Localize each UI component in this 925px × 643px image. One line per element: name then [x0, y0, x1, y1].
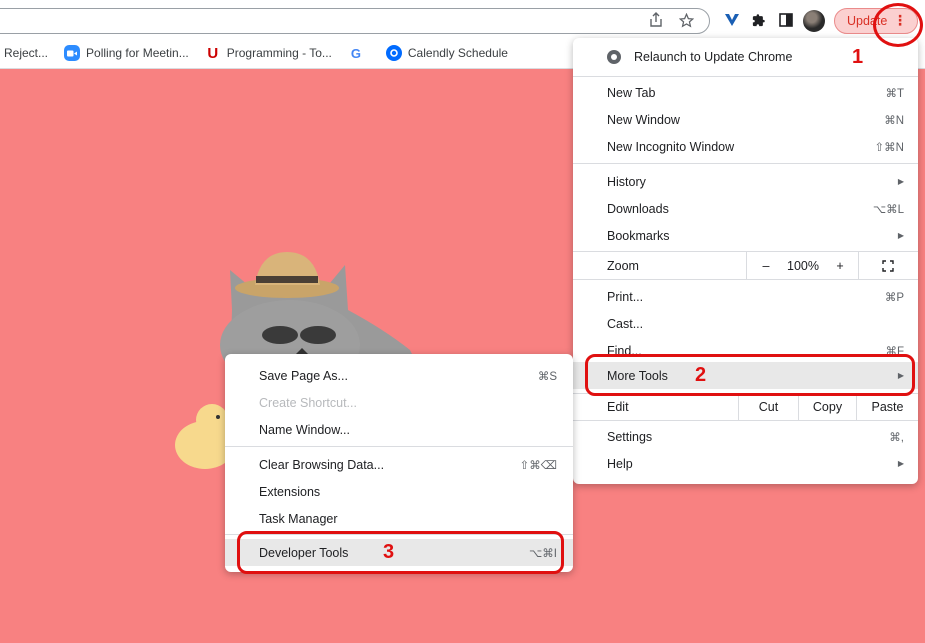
address-bar[interactable] [0, 8, 710, 34]
vpn-extension-icon[interactable] [722, 10, 742, 30]
chrome-main-menu: Relaunch to Update Chrome New Tab ⌘T New… [573, 38, 918, 484]
menu-item-find[interactable]: Find... ⌘F [573, 337, 918, 364]
menu-item-label: Print... [607, 289, 644, 304]
menu-item-label: New Incognito Window [607, 139, 735, 154]
relaunch-update-item[interactable]: Relaunch to Update Chrome [573, 44, 918, 70]
menu-item-label: Find... [607, 343, 642, 358]
menu-item-task-manager[interactable]: Task Manager [225, 505, 573, 532]
shortcut-label: ⇧⌘⌫ [519, 459, 557, 472]
bookmark-item[interactable]: Reject... [4, 46, 48, 60]
menu-item-label: Create Shortcut... [259, 395, 357, 410]
menu-item-label: New Window [607, 112, 680, 127]
shortcut-label: ⌥⌘I [529, 547, 557, 560]
menu-item-label: Settings [607, 429, 653, 444]
menu-divider [573, 76, 918, 77]
zoom-divider [858, 252, 859, 279]
fullscreen-icon[interactable] [873, 252, 903, 279]
menu-item-label: Extensions [259, 484, 321, 499]
submenu-arrow-icon: ▶ [897, 371, 904, 380]
shortcut-label: ⇧⌘N [874, 141, 904, 154]
menu-divider [573, 163, 918, 164]
utah-u-icon: U [207, 44, 219, 62]
shortcut-label: ⌘S [537, 370, 557, 383]
menu-item-label: New Tab [607, 85, 656, 100]
menu-item-cast[interactable]: Cast... [573, 310, 918, 337]
copy-button[interactable]: Copy [799, 393, 856, 420]
menu-item-print[interactable]: Print... ⌘P [573, 283, 918, 310]
menu-item-create-shortcut: Create Shortcut... [225, 389, 573, 416]
menu-item-label: Task Manager [259, 511, 338, 526]
shortcut-label: ⌘T [885, 87, 904, 100]
bookmark-item[interactable]: G [348, 45, 370, 61]
submenu-arrow-icon: ▶ [897, 231, 904, 240]
zoom-out-button[interactable]: – [756, 252, 776, 279]
menu-item-label: Help [607, 456, 633, 471]
shortcut-label: ⌘P [884, 291, 904, 304]
menu-item-clear-browsing-data[interactable]: Clear Browsing Data... ⇧⌘⌫ [225, 451, 573, 478]
menu-item-edit: Edit Cut Copy Paste [573, 393, 918, 420]
menu-item-new-tab[interactable]: New Tab ⌘T [573, 79, 918, 106]
menu-item-name-window[interactable]: Name Window... [225, 416, 573, 443]
menu-item-label: History [607, 174, 646, 189]
calendly-icon [385, 45, 402, 61]
annotation-number-2: 2 [695, 364, 707, 386]
menu-item-more-tools[interactable]: More Tools ▶ [573, 362, 918, 389]
shortcut-label: ⌘, [889, 431, 904, 444]
bookmark-label: Polling for Meetin... [86, 46, 189, 60]
menu-item-extensions[interactable]: Extensions [225, 478, 573, 505]
star-icon[interactable] [676, 10, 696, 30]
menu-divider [225, 446, 573, 447]
submenu-arrow-icon: ▶ [897, 177, 904, 186]
menu-item-help[interactable]: Help ▶ [573, 450, 918, 477]
menu-divider [573, 279, 918, 280]
extensions-puzzle-icon[interactable] [748, 10, 768, 30]
menu-item-label: Save Page As... [259, 368, 348, 383]
menu-item-history[interactable]: History ▶ [573, 168, 918, 195]
submenu-arrow-icon: ▶ [897, 459, 904, 468]
bookmark-label: Calendly Schedule [407, 46, 508, 60]
menu-item-label: Name Window... [259, 422, 351, 437]
menu-divider [225, 534, 573, 535]
update-label: Update [847, 14, 888, 28]
bookmark-item[interactable]: Polling for Meetin... [64, 45, 189, 61]
kebab-menu-icon[interactable]: ⋮ [893, 12, 907, 29]
avatar[interactable] [803, 10, 825, 32]
menu-item-downloads[interactable]: Downloads ⌥⌘L [573, 195, 918, 222]
menu-item-developer-tools[interactable]: Developer Tools ⌥⌘I [225, 539, 573, 566]
menu-item-new-incognito[interactable]: New Incognito Window ⇧⌘N [573, 133, 918, 160]
google-g-icon: G [350, 45, 361, 61]
more-tools-submenu: Save Page As... ⌘S Create Shortcut... Na… [225, 354, 573, 572]
zoom-divider [746, 252, 747, 279]
menu-item-label: More Tools [607, 368, 668, 383]
menu-item-settings[interactable]: Settings ⌘, [573, 423, 918, 450]
share-icon[interactable] [646, 10, 666, 30]
browser-toolbar: Update ⋮ [0, 0, 925, 38]
annotation-number-1: 1 [852, 46, 864, 68]
shortcut-label: ⌥⌘L [872, 203, 904, 216]
menu-item-label: Cast... [607, 316, 644, 331]
bookmark-label: Reject... [4, 46, 49, 60]
menu-item-label: Bookmarks [607, 228, 670, 243]
shortcut-label: ⌘N [884, 114, 904, 127]
menu-item-save-page[interactable]: Save Page As... ⌘S [225, 362, 573, 389]
bookmark-item[interactable]: Calendly Schedule [385, 45, 508, 61]
chrome-update-icon [607, 50, 621, 64]
bookmark-label: Programming - To... [226, 46, 332, 60]
menu-item-label: Clear Browsing Data... [259, 457, 385, 472]
paste-button[interactable]: Paste [857, 393, 918, 420]
shortcut-label: ⌘F [885, 345, 904, 358]
menu-item-bookmarks[interactable]: Bookmarks ▶ [573, 222, 918, 249]
menu-item-zoom: Zoom – 100% + [573, 252, 918, 279]
cut-button[interactable]: Cut [739, 393, 798, 420]
menu-item-new-window[interactable]: New Window ⌘N [573, 106, 918, 133]
side-panel-icon[interactable] [776, 10, 796, 30]
menu-divider [573, 420, 918, 421]
zoom-icon [64, 45, 81, 61]
zoom-level: 100% [787, 258, 819, 273]
zoom-in-button[interactable]: + [830, 252, 850, 279]
update-button[interactable]: Update ⋮ [834, 8, 918, 34]
annotation-number-3: 3 [383, 541, 395, 563]
menu-item-label: Downloads [607, 201, 669, 216]
bookmark-item[interactable]: U Programming - To... [205, 44, 332, 62]
